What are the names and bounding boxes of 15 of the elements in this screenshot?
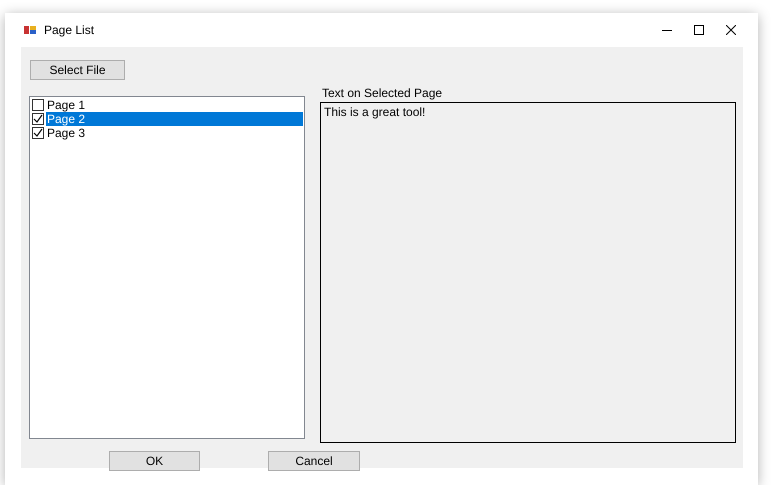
- list-item[interactable]: Page 3: [46, 126, 303, 140]
- ok-button[interactable]: OK: [109, 451, 200, 471]
- list-item[interactable]: Page 2: [46, 112, 303, 126]
- select-file-button[interactable]: Select File: [30, 60, 125, 80]
- checkbox[interactable]: [32, 99, 44, 111]
- text-label: Text on Selected Page: [322, 86, 444, 100]
- app-icon: [24, 25, 36, 35]
- close-icon[interactable]: [726, 25, 736, 35]
- maximize-icon[interactable]: [694, 25, 704, 35]
- text-area[interactable]: This is a great tool!: [320, 102, 736, 443]
- window-title: Page List: [44, 23, 96, 37]
- list-item[interactable]: Page 1: [46, 98, 303, 112]
- checkbox[interactable]: [32, 113, 44, 125]
- cancel-button[interactable]: Cancel: [268, 451, 360, 471]
- checkbox[interactable]: [32, 127, 44, 139]
